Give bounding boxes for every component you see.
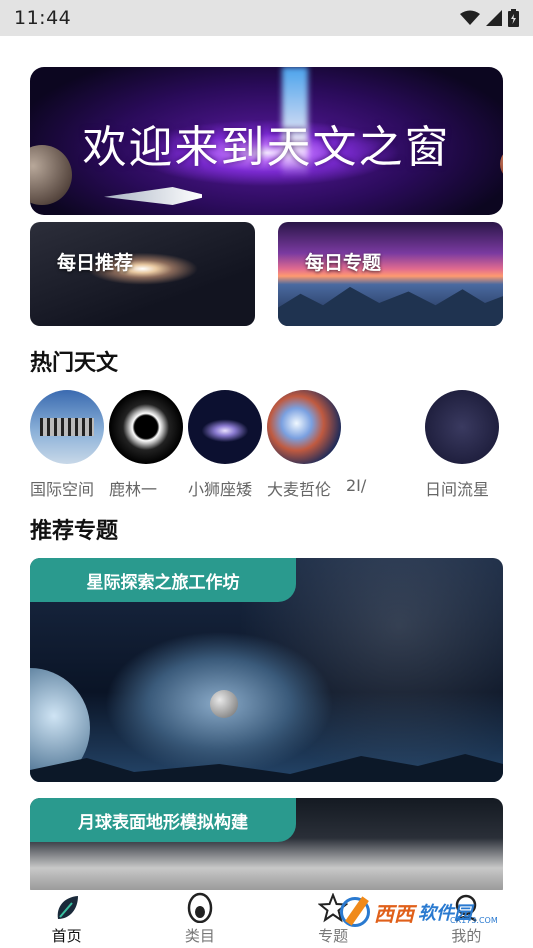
black-hole-thumbnail: [109, 390, 183, 464]
meteor-thumbnail: [425, 390, 499, 464]
topic-section-title: 推荐专题: [30, 519, 119, 544]
mountain-silhouette: [278, 286, 503, 326]
hot-item-caption: 2I/: [346, 476, 367, 495]
nav-label: 首页: [51, 927, 82, 945]
watermark-url: CR173.COM: [450, 916, 498, 925]
status-bar: 11:44: [0, 0, 533, 36]
signal-icon: [486, 10, 502, 26]
topic-card[interactable]: 月球表面地形模拟构建: [30, 798, 503, 898]
status-time: 11:44: [14, 7, 72, 29]
hot-item-caption: 大麦哲伦: [267, 480, 332, 499]
status-icons: [460, 9, 519, 27]
wifi-icon: [460, 10, 480, 26]
hot-section-title: 热门天文: [30, 351, 119, 376]
topic-tag: 月球表面地形模拟构建: [30, 798, 296, 842]
hot-item-caption: 小狮座矮: [188, 480, 253, 499]
hot-item-caption: 国际空间: [30, 480, 95, 499]
battery-icon: [508, 9, 519, 27]
galaxy-thumbnail: [188, 390, 262, 464]
daily-topic-card[interactable]: 每日专题: [278, 222, 503, 326]
hot-item[interactable]: 大麦哲伦: [267, 390, 343, 499]
hot-item[interactable]: 日间流星: [425, 390, 501, 499]
leaf-icon: [52, 893, 82, 925]
card-label: 每日推荐: [57, 252, 134, 274]
hot-item-caption: 日间流星: [425, 480, 490, 499]
hot-item[interactable]: 鹿林一: [109, 390, 185, 499]
welcome-banner[interactable]: 欢迎来到天文之窗: [30, 67, 503, 215]
space-station-thumbnail: [30, 390, 104, 464]
nav-label: 类目: [184, 927, 215, 945]
card-label: 每日专题: [305, 252, 382, 274]
nebula-thumbnail: [267, 390, 341, 464]
watermark-text: 西西: [374, 901, 414, 926]
nav-home[interactable]: 首页: [0, 890, 133, 948]
spaceship-image: [104, 187, 202, 205]
daily-recommend-card[interactable]: 每日推荐: [30, 222, 255, 326]
nav-category[interactable]: 类目: [133, 890, 266, 948]
topic-tag: 星际探索之旅工作坊: [30, 558, 296, 602]
watermark-logo: 西西 软件园 CR173.COM: [340, 892, 515, 932]
hot-item[interactable]: 小狮座矮: [188, 390, 264, 499]
hot-item[interactable]: 国际空间: [30, 390, 106, 499]
mountain-silhouette: [30, 754, 503, 782]
hot-item-caption: 鹿林一: [109, 480, 158, 499]
topic-card[interactable]: 星际探索之旅工作坊: [30, 558, 503, 782]
watermark-mark: [340, 897, 370, 927]
egg-icon: [185, 891, 215, 925]
banner-title: 欢迎来到天文之窗: [82, 122, 451, 173]
moon-image: [210, 690, 238, 718]
